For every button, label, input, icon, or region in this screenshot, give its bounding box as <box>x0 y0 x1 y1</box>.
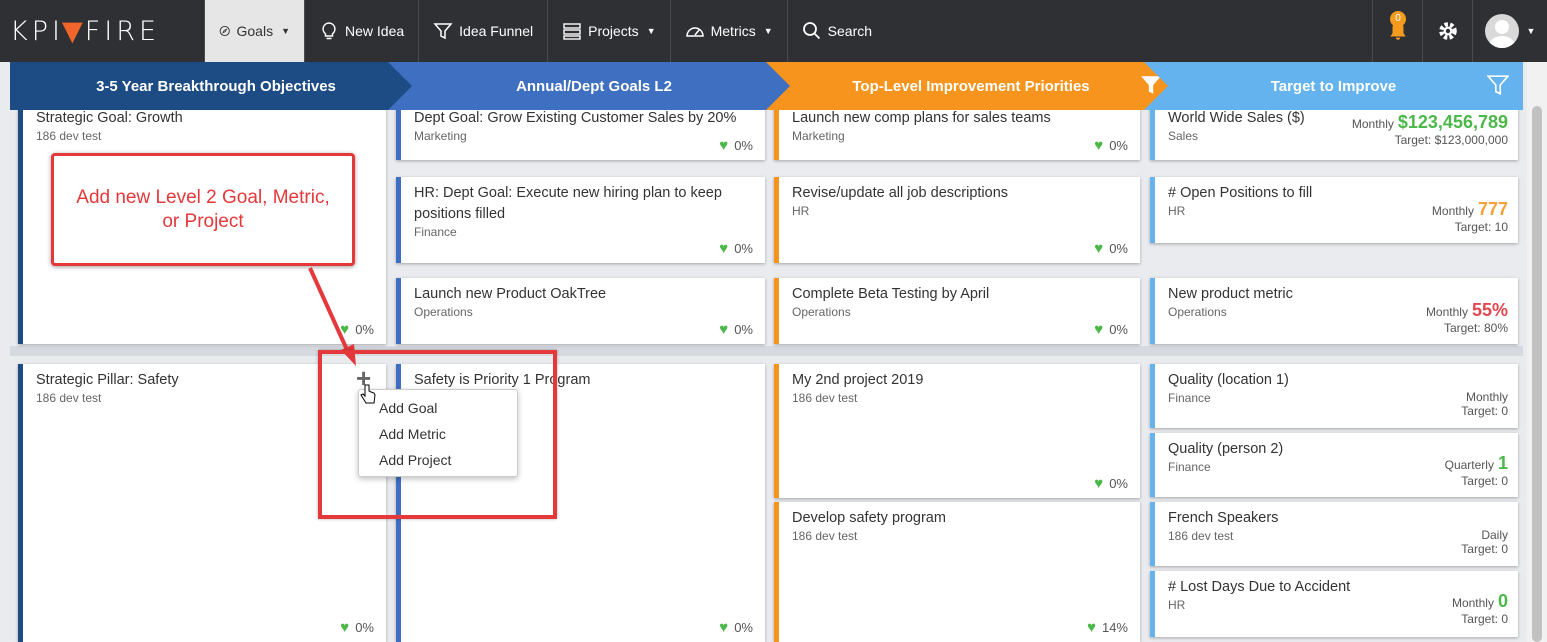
menu-add-project[interactable]: Add Project <box>359 448 517 474</box>
chevron-down-icon: ▼ <box>763 26 773 36</box>
funnel-icon <box>433 23 453 40</box>
add-dropdown-menu: Add Goal Add Metric Add Project <box>358 389 518 477</box>
header-breakthrough-objectives: 3-5 Year Breakthrough Objectives <box>10 62 422 110</box>
heart-icon: ♥ <box>719 137 729 154</box>
header-improvement-priorities: Top-Level Improvement Priorities <box>766 62 1176 110</box>
heart-icon: ♥ <box>1094 240 1104 257</box>
metric-quality-person[interactable]: Quality (person 2) Finance Quarterly 1 Tar… <box>1150 433 1518 497</box>
heart-icon: ♥ <box>719 240 729 257</box>
gear-icon <box>1438 22 1457 40</box>
card-launch-oaktree[interactable]: Launch new Product OakTree Operations ♥ 0… <box>396 278 765 344</box>
chevron-down-icon: ▼ <box>281 26 290 36</box>
heart-icon: ♥ <box>1094 137 1104 154</box>
heart-icon: ♥ <box>719 321 729 338</box>
metric-quality-location[interactable]: Quality (location 1) Finance Monthly Targ… <box>1150 364 1518 428</box>
metric-new-product[interactable]: New product metric Operations Monthly 55%… <box>1150 278 1518 344</box>
nav-metrics[interactable]: Metrics ▼ <box>669 0 787 62</box>
kpifire-logo[interactable]: KPI ▼ FIRE <box>0 0 204 62</box>
vertical-scrollbar[interactable] <box>1527 62 1547 642</box>
nav-idea-funnel[interactable]: Idea Funnel <box>418 0 547 62</box>
notifications-button[interactable]: 0 <box>1372 0 1422 62</box>
card-complete-beta-testing[interactable]: Complete Beta Testing by April Operation… <box>774 278 1140 344</box>
heart-icon: ♥ <box>719 619 729 636</box>
chevron-down-icon: ▼ <box>646 26 656 36</box>
metric-french-speakers[interactable]: French Speakers 186 dev test Daily Target… <box>1150 502 1518 566</box>
header-annual-goals: Annual/Dept Goals L2 <box>388 62 800 110</box>
nav-projects[interactable]: Projects ▼ <box>547 0 670 62</box>
top-navbar: KPI ▼ FIRE Goals ▼ New Idea Idea Funnel Pro… <box>0 0 1547 62</box>
nav-goals[interactable]: Goals ▼ <box>204 0 304 62</box>
menu-add-goal[interactable]: Add Goal <box>359 396 517 422</box>
metric-open-positions[interactable]: # Open Positions to fill HR Monthly 777 Ta… <box>1150 177 1518 243</box>
metric-lost-days[interactable]: # Lost Days Due to Accident HR Monthly 0 T… <box>1150 571 1518 637</box>
filter-icon[interactable] <box>1487 74 1509 96</box>
nav-search[interactable]: Search <box>786 0 886 62</box>
heart-icon: ♥ <box>1094 475 1104 492</box>
card-dept-goal-sales[interactable]: Dept Goal: Grow Existing Customer Sales … <box>396 110 765 160</box>
chevron-down-icon: ▼ <box>1526 26 1536 36</box>
settings-button[interactable] <box>1422 0 1472 62</box>
hand-cursor-icon <box>360 384 376 404</box>
header-target-to-improve: Target to Improve <box>1144 62 1523 110</box>
lightbulb-icon <box>322 22 336 40</box>
gauge-icon <box>685 27 704 37</box>
card-2nd-project-2019[interactable]: My 2nd project 2019 186 dev test ♥ 0% <box>774 364 1140 498</box>
card-develop-safety-program[interactable]: Develop safety program 186 dev test ♥ 14% <box>774 502 1140 642</box>
menu-add-metric[interactable]: Add Metric <box>359 422 517 448</box>
column-headers: 3-5 Year Breakthrough Objectives Annual/… <box>10 62 1523 110</box>
user-menu[interactable]: ▼ <box>1472 0 1547 62</box>
notification-badge: 0 <box>1390 11 1406 27</box>
heart-icon: ♥ <box>340 619 350 636</box>
compass-icon <box>219 25 230 37</box>
card-launch-comp-plans[interactable]: Launch new comp plans for sales teams Ma… <box>774 110 1140 160</box>
card-hr-dept-goal[interactable]: HR: Dept Goal: Execute new hiring plan t… <box>396 177 765 263</box>
heart-icon: ♥ <box>340 321 350 338</box>
avatar <box>1484 14 1519 48</box>
search-icon <box>802 22 820 40</box>
annotation-callout: Add new Level 2 Goal, Metric, or Project <box>51 153 355 266</box>
heart-icon: ♥ <box>1094 321 1104 338</box>
metric-world-wide-sales[interactable]: World Wide Sales ($) Sales Monthly $123,4… <box>1150 110 1518 160</box>
nav-new-idea[interactable]: New Idea <box>304 0 418 62</box>
list-icon <box>563 23 581 40</box>
card-revise-job-descriptions[interactable]: Revise/update all job descriptions HR ♥ 0… <box>774 177 1140 263</box>
heart-icon: ♥ <box>1087 619 1096 636</box>
